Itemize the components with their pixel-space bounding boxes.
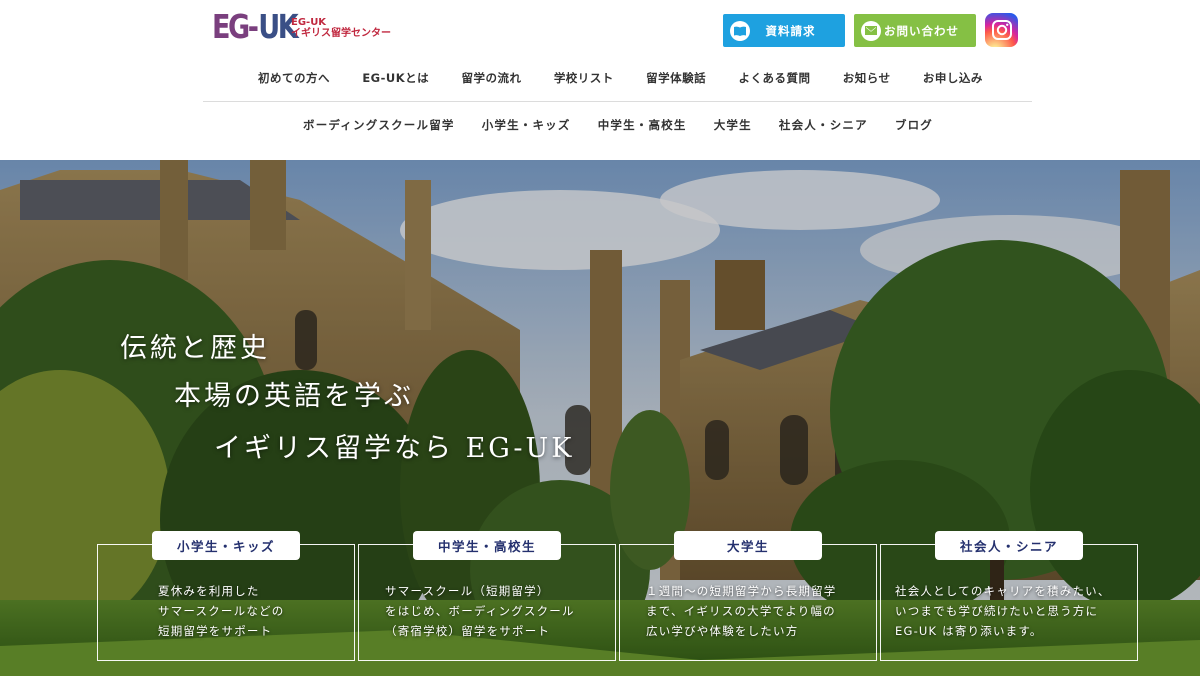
nav-kids[interactable]: 小学生・キッズ (482, 117, 571, 133)
card-description: １週間〜の短期留学から長期留学 まで、イギリスの大学でより幅の 広い学びや体験を… (646, 584, 837, 638)
nav-flow[interactable]: 留学の流れ (461, 70, 521, 86)
nav-first-time[interactable]: 初めての方へ (258, 70, 330, 86)
contact-button[interactable]: お問い合わせ (854, 14, 976, 47)
logo-subtitle: EG-UK イギリス留学センター (291, 17, 391, 39)
category-card-kids[interactable]: 小学生・キッズ 夏休みを利用した サマースクールなどの 短期留学をサポート (97, 531, 355, 661)
card-description: 社会人としてのキャリアを積みたい、 いつまでも学び続けたいと思う方に EG-UK… (895, 584, 1111, 638)
card-title: 社会人・シニア (935, 531, 1083, 560)
nav-blog[interactable]: ブログ (895, 117, 933, 133)
card-title: 中学生・高校生 (413, 531, 561, 560)
instagram-icon[interactable] (985, 13, 1018, 47)
nav-apply[interactable]: お申し込み (923, 70, 983, 86)
nav-high-school[interactable]: 中学生・高校生 (598, 117, 687, 133)
category-card-adult-senior[interactable]: 社会人・シニア 社会人としてのキャリアを積みたい、 いつまでも学び続けたいと思う… (880, 531, 1138, 661)
nav-school-list[interactable]: 学校リスト (554, 70, 614, 86)
nav-adult-senior[interactable]: 社会人・シニア (779, 117, 868, 133)
hero-tagline-line2: 本場の英語を学ぶ (174, 381, 414, 412)
card-description: 夏休みを利用した サマースクールなどの 短期留学をサポート (158, 584, 285, 638)
category-card-high-school[interactable]: 中学生・高校生 サマースクール（短期留学） をはじめ、ボーディングスクール （寄… (358, 531, 616, 661)
nav-about[interactable]: EG-UKとは (362, 70, 429, 86)
book-icon (730, 20, 750, 41)
card-title: 大学生 (674, 531, 822, 560)
logo-wordmark: EG-UK (212, 6, 299, 46)
category-card-university[interactable]: 大学生 １週間〜の短期留学から長期留学 まで、イギリスの大学でより幅の 広い学び… (619, 531, 877, 661)
mail-icon (861, 20, 881, 41)
primary-nav: 初めての方へ EG-UKとは 留学の流れ 学校リスト 留学体験話 よくある質問 … (203, 58, 1032, 102)
nav-faq[interactable]: よくある質問 (738, 70, 810, 86)
site-header: EG-UK EG-UK イギリス留学センター 資料請求 お問い合わせ 初めての方… (0, 0, 1200, 160)
hero-tagline-line3: イギリス留学なら EG-UK (214, 433, 575, 464)
nav-stories[interactable]: 留学体験話 (646, 70, 706, 86)
nav-news[interactable]: お知らせ (843, 70, 891, 86)
document-request-button[interactable]: 資料請求 (723, 14, 845, 47)
nav-university[interactable]: 大学生 (714, 117, 752, 133)
secondary-nav: ボーディングスクール留学 小学生・キッズ 中学生・高校生 大学生 社会人・シニア… (303, 108, 933, 142)
nav-boarding-school[interactable]: ボーディングスクール留学 (303, 117, 455, 133)
hero-tagline-line1: 伝統と歴史 (120, 333, 270, 364)
card-description: サマースクール（短期留学） をはじめ、ボーディングスクール （寄宿学校）留学をサ… (385, 584, 575, 638)
card-title: 小学生・キッズ (152, 531, 300, 560)
document-request-label: 資料請求 (765, 23, 816, 38)
contact-label: お問い合わせ (884, 23, 959, 38)
site-logo[interactable]: EG-UK EG-UK イギリス留学センター (212, 6, 391, 46)
